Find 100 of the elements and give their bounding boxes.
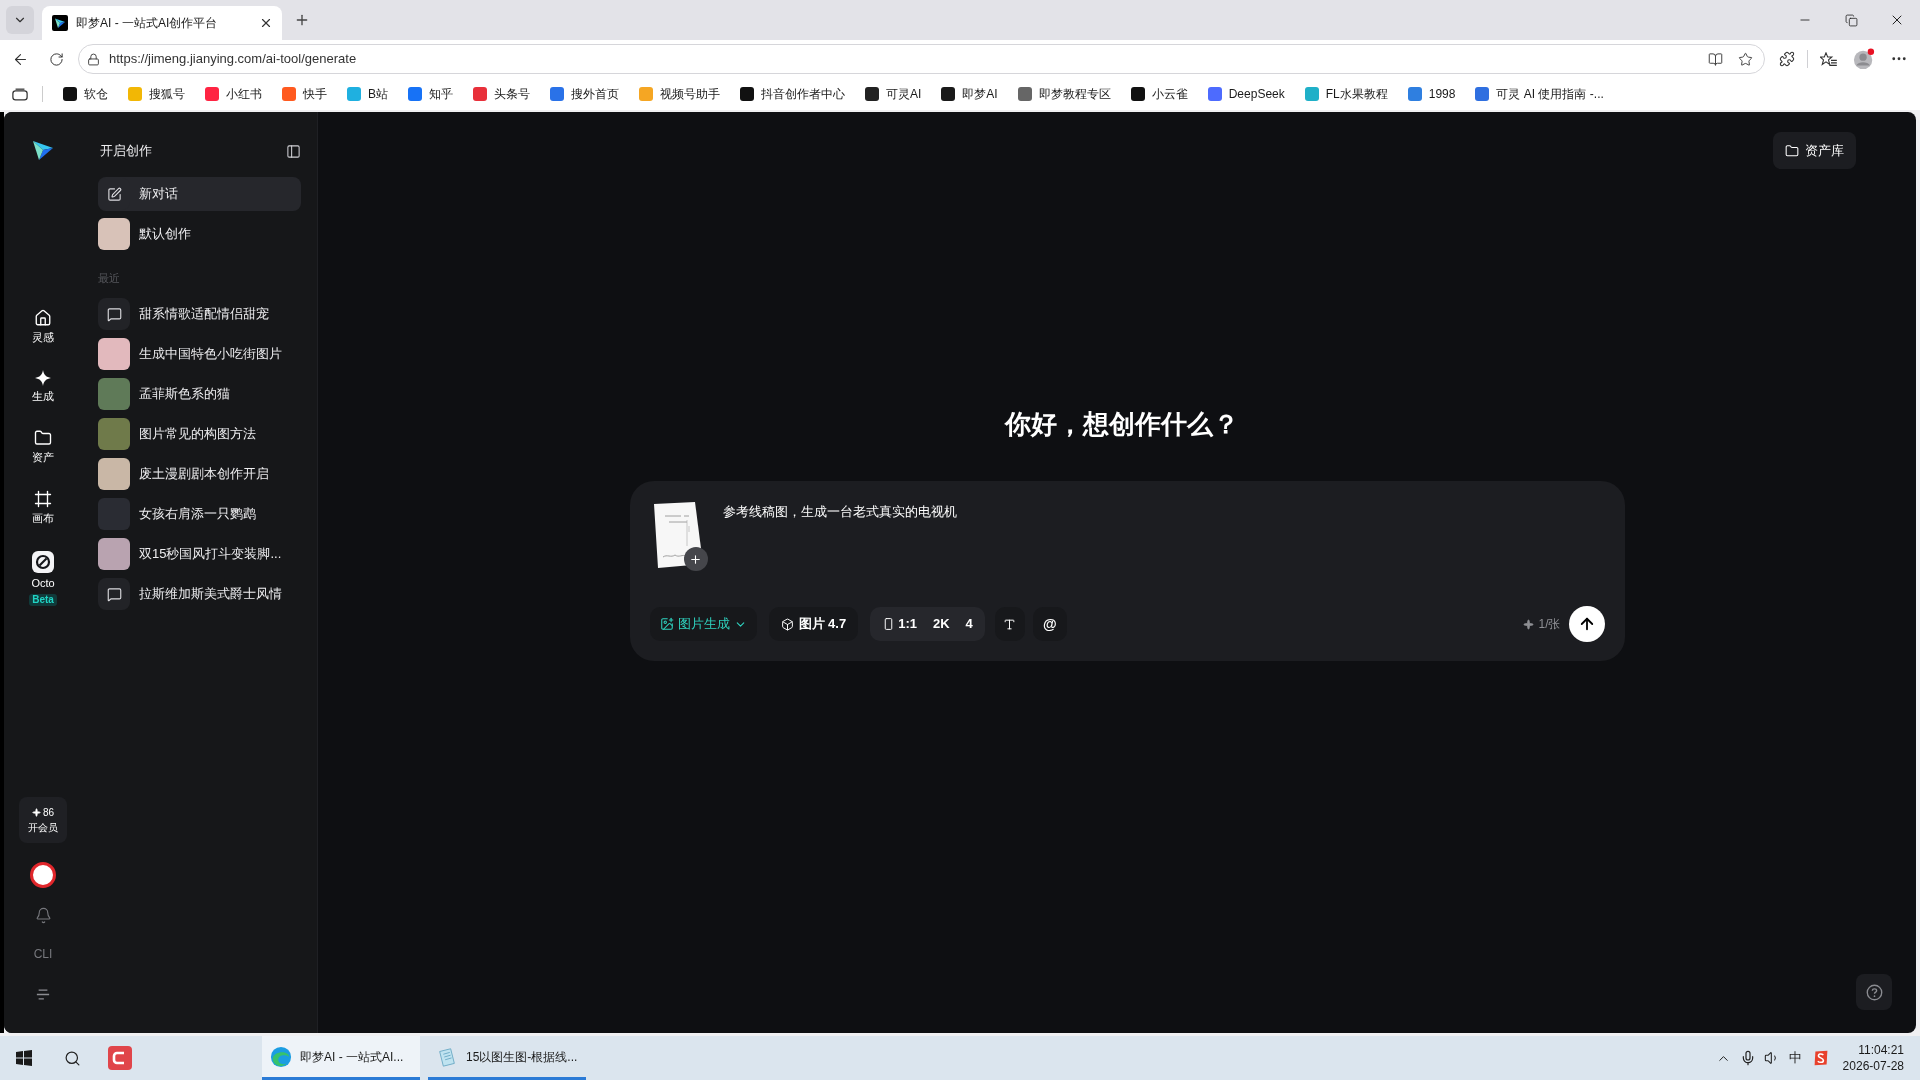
bookmark-link[interactable]: 知乎	[408, 85, 453, 103]
taskbar-window-button[interactable]: 15以图生图-根据线...	[428, 1036, 586, 1080]
sparkle-icon	[31, 808, 41, 817]
clock[interactable]: 11:04:21 2026-07-28	[1842, 1042, 1904, 1074]
nav-rail-button[interactable]: 生成	[32, 370, 54, 403]
browser-logo-icon	[270, 1045, 292, 1068]
panel-toggle-icon[interactable]	[286, 143, 301, 159]
folder-icon	[1785, 143, 1799, 158]
sidebar-item[interactable]: 双15秒国风打斗变装脚...	[98, 537, 301, 571]
prompt-text[interactable]: 参考线稿图，生成一台老式真实的电视机	[722, 502, 957, 575]
bookmark-link[interactable]: B站	[347, 85, 388, 103]
text-style-icon	[1003, 617, 1017, 631]
bookmark-link[interactable]: 快手	[282, 85, 327, 103]
bookmark-link[interactable]: 抖音创作者中心	[740, 85, 845, 103]
generation-settings-button[interactable]: 1:1 2K 4	[870, 607, 985, 641]
credits-count: 86	[42, 806, 55, 819]
sparkle-icon	[1523, 618, 1535, 630]
mode-dropdown[interactable]: 图片生成	[649, 607, 757, 641]
cube-icon	[780, 617, 794, 631]
sparkle-icon	[35, 370, 51, 386]
bookmark-link[interactable]: FL水果教程	[1304, 85, 1388, 103]
bookmark-link[interactable]: 软仓	[63, 85, 108, 103]
bookmark-link[interactable]: 搜狐号	[128, 85, 185, 103]
plus-icon	[689, 552, 702, 566]
puzzle-icon	[1779, 51, 1795, 67]
beta-tag: Beta	[29, 594, 57, 606]
photo-placeholder	[98, 538, 130, 570]
collections-icon[interactable]	[12, 87, 28, 101]
mention-button[interactable]: @	[1032, 607, 1067, 641]
nav-rail-button[interactable]: 灵感	[32, 309, 54, 344]
slashed-circle-tile-icon	[32, 551, 54, 573]
photo-placeholder	[98, 218, 130, 250]
bookmark-link[interactable]: DeepSeek	[1207, 85, 1285, 103]
sidebar-item[interactable]: 废土漫剧剧本创作开启	[98, 457, 301, 491]
text-style-button[interactable]	[994, 607, 1025, 641]
url-text: https://jimeng.jianying.com/ai-tool/generate	[109, 50, 357, 69]
photo-placeholder	[98, 338, 130, 370]
bookmark-link[interactable]: 1998	[1407, 85, 1456, 103]
photo-placeholder	[98, 418, 130, 450]
sidebar-title: 开启创作	[100, 142, 152, 161]
bookmark-link[interactable]: 视频号助手	[639, 85, 720, 103]
browser-tab[interactable]: 即梦AI - 一站式AI创作平台	[42, 6, 282, 40]
input-method-indicator[interactable]: 中	[1788, 1048, 1802, 1068]
more-icon	[1892, 57, 1906, 61]
sidebar-item[interactable]: 默认创作	[98, 217, 301, 251]
menu-icon[interactable]	[36, 989, 50, 1000]
home-icon	[34, 309, 52, 327]
bookmark-link[interactable]: 搜外首页	[550, 85, 619, 103]
address-field[interactable]: https://jimeng.jianying.com/ai-tool/generate	[78, 44, 1765, 74]
image-plus-icon	[659, 617, 674, 631]
notepad-icon	[436, 1045, 458, 1068]
membership-button[interactable]: 86 开会员	[19, 797, 67, 843]
frame-icon	[34, 490, 52, 508]
chat-bubble-icon	[98, 578, 130, 610]
profile-avatar-icon	[1853, 48, 1875, 70]
greeting-heading: 你好，想创作什么？	[1005, 408, 1239, 441]
star-list-icon	[1819, 51, 1837, 67]
bookmark-link[interactable]: 即梦教程专区	[1017, 85, 1111, 103]
cost-label: 1/张	[1538, 616, 1561, 633]
model-button[interactable]: 图片 4.7	[768, 607, 859, 641]
resolution-value: 2K	[933, 615, 950, 634]
photo-placeholder	[98, 498, 130, 530]
send-button[interactable]	[1568, 606, 1605, 642]
photo-placeholder	[98, 378, 130, 410]
sidebar-item[interactable]: 女孩右肩添一只鹦鹉	[98, 497, 301, 531]
bookmark-link[interactable]: 即梦AI	[941, 85, 998, 103]
nav-rail-button[interactable]: 画布	[32, 490, 54, 525]
input-method-logo-icon[interactable]	[1812, 1050, 1829, 1066]
folder-icon	[34, 429, 52, 447]
plus-icon	[294, 12, 310, 28]
aspect-ratio-value: 1:1	[898, 615, 917, 634]
bookmark-link[interactable]: 可灵 AI 使用指南 -...	[1475, 85, 1604, 103]
bookmark-link[interactable]: 头条号	[473, 85, 530, 103]
sidebar-item[interactable]: 生成中国特色小吃街图片	[98, 337, 301, 371]
avatar-icon[interactable]	[30, 862, 56, 888]
sidebar-item[interactable]: 孟菲斯色系的猫	[98, 377, 301, 411]
sidebar-item[interactable]: 新对话	[98, 177, 301, 211]
nav-rail-button[interactable]: 资产	[32, 429, 54, 464]
bookmark-link[interactable]: 小红书	[205, 85, 262, 103]
restore-icon	[1844, 13, 1858, 27]
help-button[interactable]	[1856, 974, 1892, 1010]
nav-rail-button[interactable]: Octo Beta	[29, 551, 57, 606]
bookmark-link[interactable]: 小云雀	[1130, 85, 1188, 103]
bell-icon[interactable]	[34, 907, 52, 924]
lock-icon	[87, 52, 100, 66]
refresh-icon	[48, 51, 64, 67]
help-icon	[1865, 983, 1883, 1001]
taskbar-window-button[interactable]: 即梦AI - 一站式AI...	[262, 1036, 420, 1080]
image-count-value: 4	[965, 615, 973, 634]
sidebar-item[interactable]: 图片常见的构图方法	[98, 417, 301, 451]
bookmark-link[interactable]: 可灵AI	[865, 85, 922, 103]
close-icon	[259, 16, 273, 30]
sidebar-item[interactable]: 拉斯维加斯美式爵士风情	[98, 577, 301, 611]
book-icon	[1707, 51, 1723, 67]
app-icon	[108, 1046, 132, 1070]
cli-link[interactable]: CLI	[33, 947, 53, 961]
star-icon	[1737, 51, 1753, 67]
sidebar-item[interactable]: 甜系情歌适配情侣甜宠	[98, 297, 301, 331]
assets-button[interactable]: 资产库	[1773, 132, 1856, 169]
search-icon	[63, 1049, 81, 1067]
